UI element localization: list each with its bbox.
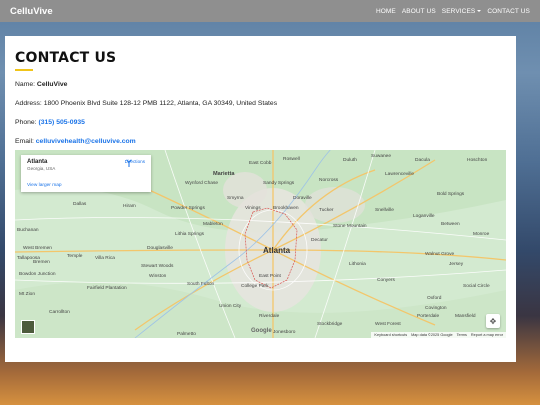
chevron-down-icon xyxy=(477,9,482,12)
map-label-conyers: Conyers xyxy=(377,278,395,283)
map-label-decatur: Decatur xyxy=(311,238,328,243)
map-label-atlanta: Atlanta xyxy=(263,246,291,255)
map-attribution: Keyboard shortcuts Map data ©2025 Google… xyxy=(371,332,506,338)
map-label-wynford-chase: Wynford Chase xyxy=(185,181,219,186)
satellite-toggle-button[interactable] xyxy=(21,320,35,334)
name-row: Name: CelluVive xyxy=(15,81,506,89)
terms-link[interactable]: Terms xyxy=(457,333,467,337)
google-logo: Google xyxy=(251,328,272,334)
map-label-mt-zion: Mt Zion xyxy=(19,292,35,297)
map-label-mableton: Mableton xyxy=(203,222,223,227)
map-label-jonesboro: Jonesboro xyxy=(273,330,296,335)
map-label-social-circle: Social Circle xyxy=(463,284,490,289)
map-label-loganville: Loganville xyxy=(413,214,435,219)
brand-logo[interactable]: CelluVive xyxy=(10,6,53,17)
directions-icon xyxy=(125,159,132,167)
map-label-douglasville: Douglasville xyxy=(147,246,173,251)
map-label-bold-springs: Bold Springs xyxy=(437,192,465,197)
map-label-stockbridge: Stockbridge xyxy=(317,322,343,327)
email-row: Email: celluvivehealth@celluvive.com xyxy=(15,138,506,146)
map-label-between: Between xyxy=(441,222,460,227)
map-label-sandy-springs: Sandy Springs xyxy=(263,181,295,186)
map-label-bowdon-junction: Bowdon Junction xyxy=(19,272,56,277)
nav-about[interactable]: ABOUT US xyxy=(402,8,436,15)
map-data-text: Map data ©2025 Google xyxy=(411,333,453,337)
map-label-temple: Temple xyxy=(67,254,83,259)
map-label-walnut-grove: Walnut Grove xyxy=(425,252,455,257)
map-label-oxford: Oxford xyxy=(427,296,442,301)
map-label-college-park: College Park xyxy=(241,284,269,289)
navbar: CelluVive HOME ABOUT US SERVICES CONTACT… xyxy=(0,0,540,22)
map-label-east-point: East Point xyxy=(259,274,281,279)
name-value: CelluVive xyxy=(36,81,68,88)
map-label-duluth: Duluth xyxy=(343,158,357,163)
fullscreen-icon: ✥ xyxy=(489,316,497,326)
map-label-dallas: Dallas xyxy=(73,202,87,207)
map-label-hiram: Hiram xyxy=(123,204,136,209)
embedded-map[interactable]: Atlanta Marietta East Cobb Sandy Springs… xyxy=(15,150,506,338)
address-row: Address: 1800 Phoenix Blvd Suite 128-12 … xyxy=(15,100,506,108)
map-label-villa-rica: Villa Rica xyxy=(95,256,115,261)
nav-services-label: SERVICES xyxy=(441,7,476,15)
map-label-palmetto: Palmetto xyxy=(177,332,196,337)
map-label-buchanan: Buchanan xyxy=(17,228,39,233)
map-label-doraville: Doraville xyxy=(293,196,312,201)
nav-contact[interactable]: CONTACT US xyxy=(487,8,530,15)
email-label: Email: xyxy=(15,138,36,145)
map-label-roswell: Roswell xyxy=(283,157,300,162)
phone-link[interactable]: (315) 505-0935 xyxy=(38,119,84,126)
nav-home[interactable]: HOME xyxy=(376,8,396,15)
map-label-marietta: Marietta xyxy=(213,171,235,177)
map-label-lithonia: Lithonia xyxy=(349,262,366,267)
map-label-suwanee: Suwanee xyxy=(371,154,392,159)
map-label-smyrna: Smyrna xyxy=(227,196,244,201)
map-label-lithia-springs: Lithia Springs xyxy=(175,232,205,237)
fullscreen-button[interactable]: ✥ xyxy=(486,314,500,328)
map-label-west-forest: West Forest xyxy=(375,322,401,327)
directions-button[interactable]: Directions xyxy=(125,159,145,167)
contact-card: CONTACT US Name: CelluVive Address: 1800… xyxy=(5,36,516,362)
map-label-brookhaven: Brookhaven xyxy=(273,206,299,211)
title-underline xyxy=(15,69,33,71)
map-label-fairfield-plantation: Fairfield Plantation xyxy=(87,286,127,291)
map-label-porterdale: Porterdale xyxy=(417,314,440,319)
map-info-card: Atlanta Georgia, USA View larger map Dir… xyxy=(21,155,151,192)
map-label-norcross: Norcross xyxy=(319,178,339,183)
page-title: CONTACT US xyxy=(15,50,117,66)
view-larger-map-link[interactable]: View larger map xyxy=(27,183,62,188)
map-label-stone-mountain: Stone Mountain xyxy=(333,224,367,229)
email-link[interactable]: celluvivehealth@celluvive.com xyxy=(36,138,136,145)
map-label-lawrenceville: Lawrenceville xyxy=(385,172,415,177)
map-label-riverdale: Riverdale xyxy=(259,314,280,319)
map-label-south-fulton: South Fulton xyxy=(187,282,215,287)
map-label-hoschton: Hoschton xyxy=(467,158,488,163)
map-label-west-bremen: West Bremen xyxy=(23,246,52,251)
map-label-jersey: Jersey xyxy=(449,262,464,267)
nav-links: HOME ABOUT US SERVICES CONTACT US xyxy=(376,8,530,15)
phone-label: Phone: xyxy=(15,119,39,126)
map-label-stewart-woods: Stewart Woods xyxy=(141,264,174,269)
map-label-tucker: Tucker xyxy=(319,208,334,213)
map-label-powder-springs: Powder Springs xyxy=(171,206,205,211)
nav-services[interactable]: SERVICES xyxy=(442,8,482,15)
map-label-winston: Winston xyxy=(149,274,167,279)
phone-row: Phone: (315) 505-0935 xyxy=(15,119,506,127)
map-label-covington: Covington xyxy=(425,306,447,311)
map-label-dacula: Dacula xyxy=(415,158,430,163)
map-label-carrollton: Carrollton xyxy=(49,310,70,315)
map-label-monroe: Monroe xyxy=(473,232,490,237)
map-label-union-city: Union City xyxy=(219,304,242,309)
report-error-link[interactable]: Report a map error xyxy=(471,333,503,337)
map-label-vinings: Vinings xyxy=(245,206,261,211)
map-label-tallapoosa: Tallapoosa xyxy=(17,256,40,261)
name-label: Name: xyxy=(15,81,37,88)
address-value: 1800 Phoenix Blvd Suite 128-12 PMB 1122,… xyxy=(43,100,278,107)
keyboard-shortcuts-link[interactable]: Keyboard shortcuts xyxy=(374,333,407,337)
map-label-mansfield: Mansfield xyxy=(455,314,476,319)
map-label-snellville: Snellville xyxy=(375,208,394,213)
map-label-east-cobb: East Cobb xyxy=(249,161,272,166)
address-label: Address: xyxy=(15,100,44,107)
